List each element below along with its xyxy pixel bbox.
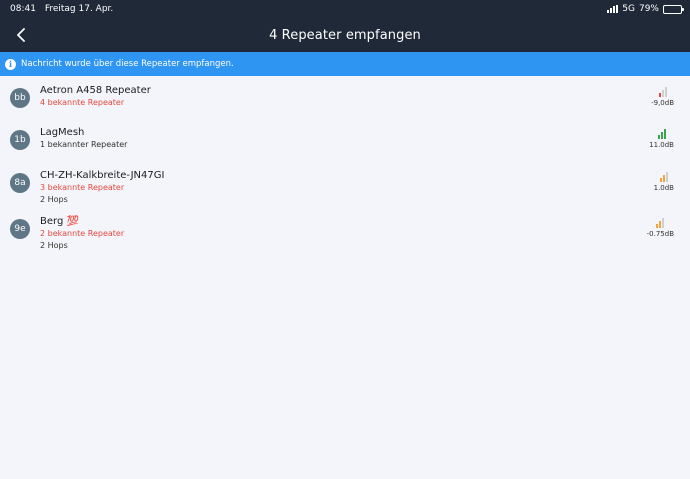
- app-header: 08:41 Freitag 17. Apr. 5G 79% 4 Repeater…: [0, 0, 690, 52]
- repeater-row[interactable]: 8a CH-ZH-Kalkbreite-JN47GI 3 bekannte Repe…: [0, 170, 690, 216]
- repeater-texts: CH-ZH-Kalkbreite-JN47GI 3 bekannte Repeat…: [40, 170, 164, 206]
- status-right: 5G 79%: [607, 4, 684, 14]
- signal-bar: [656, 224, 659, 228]
- repeater-avatar: bb: [10, 88, 30, 108]
- battery-icon: [663, 4, 684, 14]
- signal-db: -9,0dB: [651, 99, 674, 107]
- signal-db: -0.75dB: [646, 230, 674, 238]
- signal-bars-icon: [657, 129, 666, 139]
- signal-bar: [662, 175, 665, 182]
- chevron-left-icon: [17, 28, 25, 42]
- status-bar: 08:41 Freitag 17. Apr. 5G 79%: [0, 0, 690, 18]
- signal-bars-icon: [656, 218, 665, 228]
- cellular-signal-icon: [607, 5, 619, 13]
- signal-indicator: 11.0dB: [649, 129, 674, 149]
- signal-bar: [660, 132, 663, 139]
- info-banner: i Nachricht wurde über diese Repeater em…: [0, 52, 690, 76]
- repeater-hops: 2 Hops: [40, 195, 68, 204]
- signal-bar: [665, 172, 668, 182]
- repeater-hops: 2 Hops: [40, 241, 68, 250]
- nav-bar: 4 Repeater empfangen: [0, 18, 690, 52]
- signal-bar: [664, 87, 667, 97]
- repeater-texts: Aetron A458 Repeater 4 bekannte Repeater: [40, 85, 151, 109]
- status-date: Freitag 17. Apr.: [44, 4, 114, 14]
- repeater-avatar: 9e: [10, 219, 30, 239]
- repeater-row[interactable]: 1b LagMesh 1 bekannter Repeater 11.0dB: [0, 127, 690, 170]
- repeater-name: Aetron A458 Repeater: [40, 85, 151, 96]
- signal-db: 1.0dB: [653, 184, 674, 192]
- signal-bars-icon: [658, 87, 667, 97]
- repeater-name: CH-ZH-Kalkbreite-JN47GI: [40, 170, 165, 181]
- repeater-row[interactable]: bb Aetron A458 Repeater 4 bekannte Repeate…: [0, 85, 690, 127]
- signal-indicator: -0.75dB: [647, 218, 674, 238]
- repeater-known-count: 2 bekannte Repeater: [40, 229, 125, 238]
- signal-indicator: 1.0dB: [654, 172, 674, 192]
- signal-bar: [659, 221, 662, 228]
- signal-indicator: -9,0dB: [651, 87, 674, 107]
- status-left: 08:41 Freitag 17. Apr.: [10, 4, 119, 14]
- repeater-known-count: 1 bekannter Repeater: [40, 140, 128, 149]
- repeater-known-count: 3 bekannte Repeater: [40, 183, 125, 192]
- status-time: 08:41: [10, 4, 36, 14]
- signal-bar: [662, 218, 665, 228]
- repeater-avatar: 1b: [10, 130, 30, 150]
- network-type: 5G: [622, 4, 635, 14]
- repeater-texts: LagMesh 1 bekannter Repeater: [40, 127, 127, 151]
- repeater-list: bb Aetron A458 Repeater 4 bekannte Repeate…: [0, 76, 690, 262]
- repeater-name: Berg 💯: [40, 216, 79, 227]
- signal-bar: [661, 90, 664, 97]
- info-icon: i: [5, 58, 16, 70]
- battery-percent: 79%: [638, 4, 659, 14]
- repeater-row[interactable]: 9e Berg 💯 2 bekannte Repeater 2 Hops -0.75dB: [0, 216, 690, 262]
- repeater-texts: Berg 💯 2 bekannte Repeater 2 Hops: [40, 216, 124, 252]
- repeater-name: LagMesh: [40, 127, 85, 138]
- signal-bars-icon: [659, 172, 668, 182]
- repeater-known-count: 4 bekannte Repeater: [40, 98, 125, 107]
- info-banner-text: Nachricht wurde über diese Repeater empf…: [21, 59, 234, 69]
- signal-bar: [659, 178, 662, 182]
- back-button[interactable]: [10, 24, 32, 46]
- page-title: 4 Repeater empfangen: [269, 27, 421, 43]
- repeater-avatar: 8a: [10, 173, 30, 193]
- signal-db: 11.0dB: [649, 141, 674, 149]
- signal-bar: [657, 135, 660, 139]
- signal-bar: [663, 129, 666, 139]
- signal-bar: [658, 93, 661, 97]
